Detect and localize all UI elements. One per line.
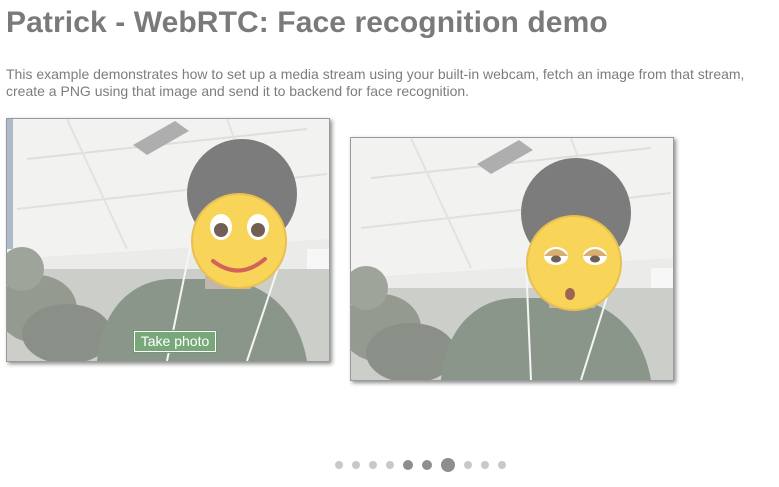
- page-dot-8[interactable]: [463, 461, 472, 469]
- webcam-video: [6, 118, 330, 362]
- page-dot-9[interactable]: [480, 461, 489, 469]
- page-title: Patrick - WebRTC: Face recognition demo: [6, 6, 608, 39]
- page-dot-5[interactable]: [402, 460, 413, 470]
- page-description: This example demonstrates how to set up …: [6, 66, 745, 99]
- webcam-scene: [7, 119, 329, 361]
- page-dot-1[interactable]: [334, 461, 343, 469]
- page: Patrick - WebRTC: Face recognition demo …: [0, 0, 779, 487]
- captured-photo: [350, 137, 674, 381]
- page-dot-7-active[interactable]: [440, 458, 455, 472]
- page-dot-4[interactable]: [385, 461, 394, 469]
- pagination-dots: [0, 458, 779, 472]
- page-dot-10[interactable]: [497, 461, 506, 469]
- page-dot-3[interactable]: [368, 461, 377, 469]
- take-photo-button[interactable]: Take photo: [134, 331, 216, 352]
- captured-scene: [351, 138, 673, 380]
- page-dot-6[interactable]: [421, 460, 432, 470]
- page-dot-2[interactable]: [351, 461, 360, 469]
